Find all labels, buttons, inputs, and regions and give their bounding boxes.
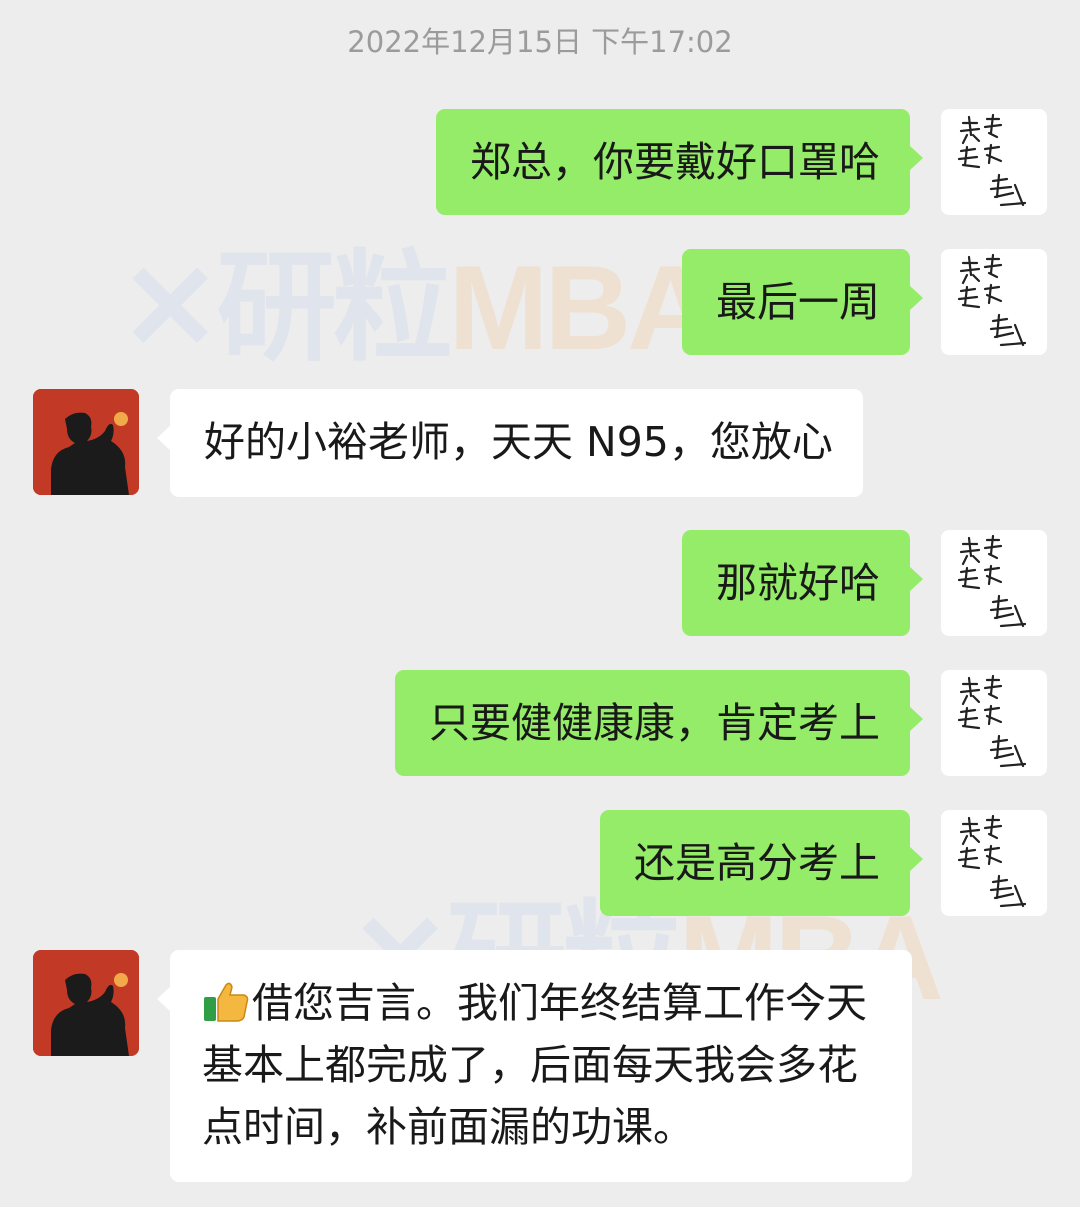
my-avatar[interactable]: [941, 810, 1047, 916]
calligraphy-avatar-icon: [957, 674, 1027, 768]
contact-avatar[interactable]: [33, 950, 139, 1056]
outgoing-message-bubble[interactable]: 郑总，你要戴好口罩哈: [436, 109, 923, 215]
message-row-outgoing: 最后一周: [0, 249, 1080, 357]
outgoing-message-bubble[interactable]: 只要健健康康，肯定考上: [395, 670, 923, 776]
outgoing-message-bubble[interactable]: 那就好哈: [682, 530, 923, 636]
outgoing-message-bubble[interactable]: 还是高分考上: [600, 810, 923, 916]
chat-screen: ✕研粒MBA ✕研粒MBA 2022年12月15日 下午17:02 郑总，你要戴…: [0, 0, 1080, 1207]
calligraphy-avatar-icon: [957, 253, 1027, 347]
message-timestamp: 2022年12月15日 下午17:02: [347, 25, 733, 59]
my-avatar[interactable]: [941, 670, 1047, 776]
message-row-incoming: 好的小裕老师，天天 N95，您放心: [0, 389, 1080, 497]
incoming-message-bubble[interactable]: 借您吉言。我们年终结算工作今天基本上都完成了，后面每天我会多花点时间，补前面漏的…: [157, 950, 912, 1182]
calligraphy-avatar-icon: [957, 814, 1027, 908]
incoming-message-bubble[interactable]: 好的小裕老师，天天 N95，您放心: [157, 389, 863, 497]
saluting-soldier-avatar-icon: [33, 950, 139, 1056]
my-avatar[interactable]: [941, 249, 1047, 355]
outgoing-message-bubble[interactable]: 最后一周: [682, 249, 923, 355]
message-row-incoming: 借您吉言。我们年终结算工作今天基本上都完成了，后面每天我会多花点时间，补前面漏的…: [0, 950, 1080, 1182]
message-row-outgoing: 还是高分考上: [0, 810, 1080, 918]
calligraphy-avatar-icon: [957, 534, 1027, 628]
message-row-outgoing: 只要健健康康，肯定考上: [0, 670, 1080, 778]
incoming-message-text: 借您吉言。我们年终结算工作今天基本上都完成了，后面每天我会多花点时间，补前面漏的…: [202, 979, 867, 1151]
saluting-soldier-avatar-icon: [33, 389, 139, 495]
contact-avatar[interactable]: [33, 389, 139, 495]
my-avatar[interactable]: [941, 530, 1047, 636]
thumbs-up-emoji-icon: [204, 982, 249, 1022]
calligraphy-avatar-icon: [957, 113, 1027, 207]
my-avatar[interactable]: [941, 109, 1047, 215]
message-row-outgoing: 郑总，你要戴好口罩哈: [0, 109, 1080, 217]
message-row-outgoing: 那就好哈: [0, 530, 1080, 638]
